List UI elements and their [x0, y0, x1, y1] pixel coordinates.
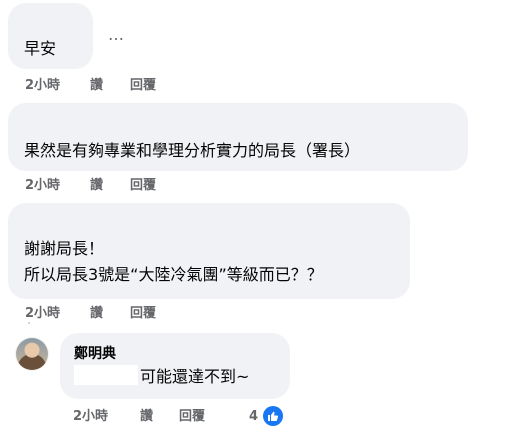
reply-reply-button[interactable]: 回覆 — [179, 409, 205, 425]
like-button-2[interactable]: 讚 — [90, 178, 103, 194]
comment-actions-3: 2小時 讚 回覆 — [25, 306, 225, 322]
comment-time-2[interactable]: 2小時 — [25, 178, 60, 194]
author-redaction-3 — [34, 207, 114, 229]
reply-text: 可能還達不到~ — [140, 367, 250, 386]
reply-time[interactable]: 2小時 — [73, 409, 108, 425]
comment-bubble-1: 早安 — [8, 3, 93, 69]
comment-text-1: 早安 — [24, 39, 57, 58]
like-button-1[interactable]: 讚 — [90, 78, 103, 94]
comment-bubble-3: 謝謝局長！ 所以局長3號是“大陸冷氣團”等級而已？？ — [8, 203, 410, 299]
comment-time-3[interactable]: 2小時 — [25, 306, 60, 322]
comment-text-3-line-2: 所以局長3號是“大陸冷氣團”等級而已？？ — [24, 265, 323, 284]
reply-button-2[interactable]: 回覆 — [130, 178, 156, 194]
reply-thread-line — [28, 322, 30, 324]
reply-like-button[interactable]: 讚 — [140, 409, 153, 425]
comment-bubble-2: 果然是有夠專業和學理分析實力的局長（署長） — [8, 103, 468, 171]
author-redaction-2 — [26, 103, 116, 119]
comment-text-2: 果然是有夠專業和學理分析實力的局長（署長） — [24, 141, 361, 160]
thumbs-up-icon[interactable] — [263, 406, 283, 426]
more-options-icon[interactable]: … — [108, 25, 125, 44]
mention-redaction — [74, 365, 138, 385]
reply-button-3[interactable]: 回覆 — [130, 306, 156, 322]
reply-author[interactable]: 鄭明典 — [74, 345, 116, 363]
comment-time-1[interactable]: 2小時 — [25, 78, 60, 94]
reply-bubble: 鄭明典 可能還達不到~ — [60, 333, 290, 399]
avatar[interactable] — [16, 338, 48, 370]
reply-button-1[interactable]: 回覆 — [130, 78, 156, 94]
reaction-count[interactable]: 4 — [249, 409, 258, 425]
comment-actions-1: 2小時 讚 回覆 — [25, 78, 225, 94]
like-button-3[interactable]: 讚 — [90, 306, 103, 322]
comment-text-3-line-1: 謝謝局長！ — [24, 239, 105, 258]
comment-actions-2: 2小時 讚 回覆 — [25, 178, 225, 194]
